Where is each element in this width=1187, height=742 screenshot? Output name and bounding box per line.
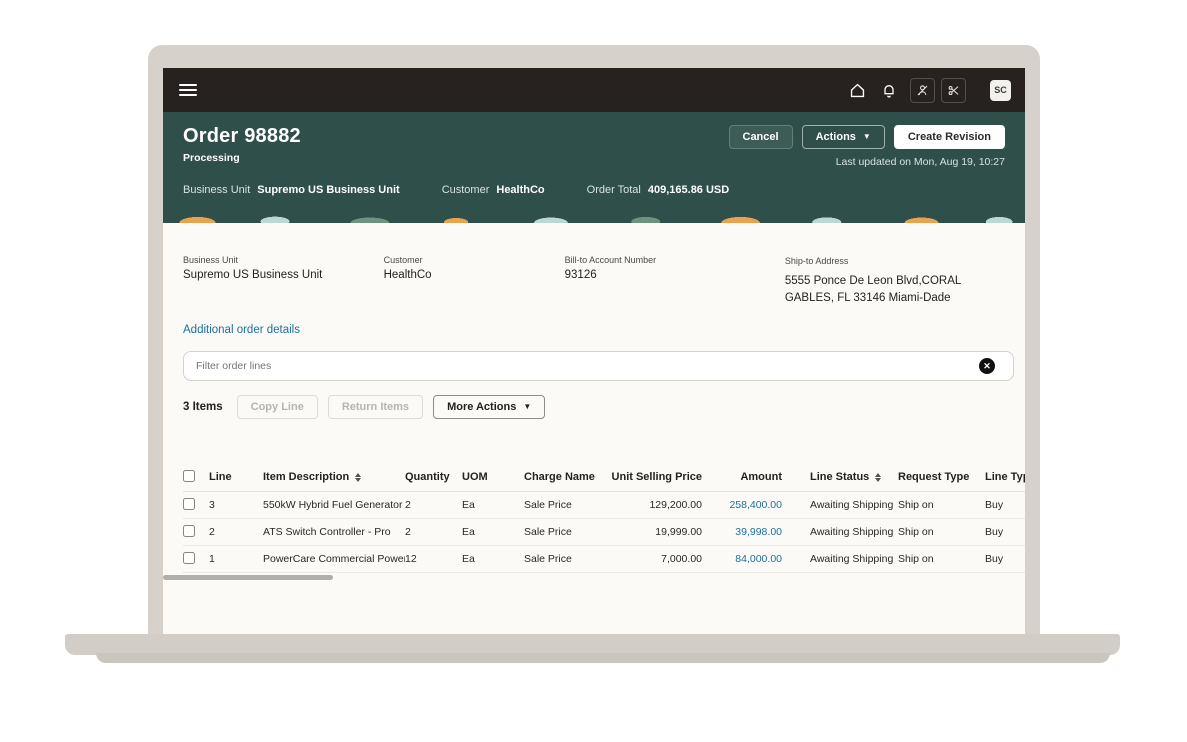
more-actions-dropdown-button[interactable]: More Actions ▼ — [433, 395, 545, 419]
items-count: 3 Items — [183, 401, 223, 413]
field-customer: Customer HealthCo — [384, 255, 565, 307]
sort-icon[interactable] — [355, 473, 361, 482]
table-header-row: Line Item Description Quantity UOM Charg… — [183, 463, 1025, 492]
col-request-type: Request Type — [898, 471, 985, 483]
summary-customer: Customer HealthCo — [442, 184, 545, 196]
copy-line-button[interactable]: Copy Line — [237, 395, 318, 419]
col-quantity: Quantity — [405, 471, 462, 483]
amount-link[interactable]: 84,000.00 — [708, 553, 788, 565]
col-amount: Amount — [708, 471, 788, 483]
chevron-down-icon: ▼ — [523, 403, 531, 411]
table-row[interactable]: 1 PowerCare Commercial Power M 12 Ea Sal… — [183, 546, 1025, 573]
sort-icon[interactable] — [875, 473, 881, 482]
cancel-button[interactable]: Cancel — [729, 125, 793, 149]
row-checkbox[interactable] — [183, 525, 209, 540]
more-actions-label: More Actions — [447, 401, 516, 413]
home-icon[interactable] — [846, 79, 868, 101]
person-slash-icon[interactable] — [910, 78, 935, 103]
amount-link[interactable]: 39,998.00 — [708, 526, 788, 538]
laptop-bezel: SC Order 98882 Processing Cancel Actions — [148, 45, 1040, 635]
col-uom: UOM — [462, 471, 524, 483]
amount-link[interactable]: 258,400.00 — [708, 499, 788, 511]
order-header: Order 98882 Processing Cancel Actions ▼ … — [163, 112, 1025, 208]
col-item-description[interactable]: Item Description — [263, 471, 405, 483]
summary-order-total: Order Total 409,165.86 USD — [587, 184, 730, 196]
scissors-icon[interactable] — [941, 78, 966, 103]
laptop-base — [65, 634, 1120, 655]
create-revision-button[interactable]: Create Revision — [894, 125, 1005, 149]
filter-bar: ✕ — [183, 351, 1005, 381]
last-updated-text: Last updated on Mon, Aug 19, 10:27 — [729, 156, 1006, 168]
lines-toolbar: 3 Items Copy Line Return Items More Acti… — [183, 395, 1005, 419]
col-line: Line — [209, 471, 263, 483]
col-charge-name: Charge Name — [524, 471, 608, 483]
actions-dropdown-button[interactable]: Actions ▼ — [802, 125, 885, 149]
select-all-checkbox[interactable] — [183, 470, 209, 485]
user-avatar[interactable]: SC — [990, 80, 1011, 101]
clear-filter-icon[interactable]: ✕ — [979, 358, 995, 374]
col-line-type: Line Type — [985, 471, 1025, 483]
return-items-button[interactable]: Return Items — [328, 395, 423, 419]
row-checkbox[interactable] — [183, 552, 209, 567]
order-lines-table: Line Item Description Quantity UOM Charg… — [183, 463, 1025, 573]
order-detail-fields: Business Unit Supremo US Business Unit C… — [183, 255, 1005, 307]
laptop-mockup: SC Order 98882 Processing Cancel Actions — [0, 0, 1187, 742]
field-ship-to-address: Ship-to Address 5555 Ponce De Leon Blvd,… — [785, 255, 1005, 307]
order-summary-row: Business Unit Supremo US Business Unit C… — [183, 184, 1005, 196]
page-title: Order 98882 — [183, 125, 301, 148]
field-bill-to-account: Bill-to Account Number 93126 — [565, 255, 785, 307]
additional-order-details-link[interactable]: Additional order details — [183, 324, 300, 336]
horizontal-scrollbar[interactable] — [163, 575, 333, 580]
status-badge: Processing — [183, 152, 301, 164]
filter-order-lines-input[interactable] — [183, 351, 1014, 381]
app-window: SC Order 98882 Processing Cancel Actions — [163, 68, 1025, 634]
table-row[interactable]: 3 550kW Hybrid Fuel Generator 2 Ea Sale … — [183, 492, 1025, 519]
table-row[interactable]: 2 ATS Switch Controller - Pro 2 Ea Sale … — [183, 519, 1025, 546]
laptop-base-shadow — [96, 653, 1110, 663]
col-unit-selling-price: Unit Selling Price — [608, 471, 708, 483]
menu-icon[interactable] — [179, 81, 197, 99]
summary-business-unit: Business Unit Supremo US Business Unit — [183, 184, 400, 196]
field-business-unit: Business Unit Supremo US Business Unit — [183, 255, 384, 307]
actions-label: Actions — [816, 131, 856, 143]
row-checkbox[interactable] — [183, 498, 209, 513]
decorative-banner-pattern — [163, 208, 1025, 223]
global-topbar: SC — [163, 68, 1025, 112]
order-content: Business Unit Supremo US Business Unit C… — [163, 223, 1025, 580]
notifications-bell-icon[interactable] — [878, 79, 900, 101]
col-line-status[interactable]: Line Status — [788, 471, 898, 483]
chevron-down-icon: ▼ — [863, 133, 871, 141]
